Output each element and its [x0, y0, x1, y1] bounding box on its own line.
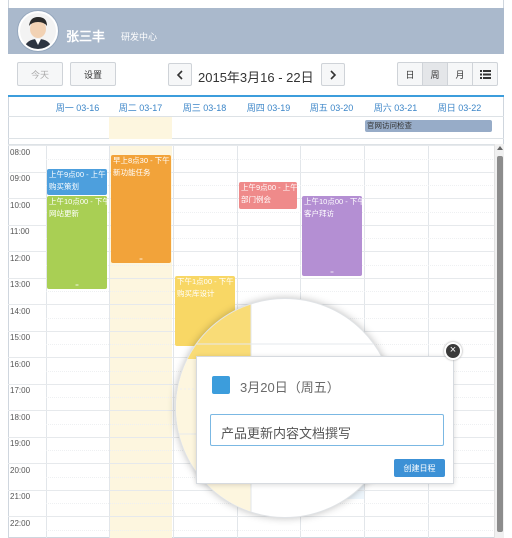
- app-header: 张三丰 研发中心: [8, 8, 504, 54]
- time-label: 16:00: [10, 360, 31, 369]
- event-block[interactable]: 上午10点00 - 下午 网站更新 =: [47, 196, 107, 289]
- event-color-picker[interactable]: [212, 376, 230, 394]
- scrollbar-thumb[interactable]: [497, 156, 503, 532]
- day-header-fri[interactable]: 周五 03-20: [300, 101, 363, 114]
- day-header-thu[interactable]: 周四 03-19: [237, 101, 300, 114]
- user-department: 研发中心: [121, 32, 158, 42]
- view-week-button[interactable]: 周: [422, 62, 448, 86]
- resize-handle[interactable]: =: [302, 270, 362, 276]
- time-label: 08:00: [10, 148, 31, 157]
- day-header-mon[interactable]: 周一 03-16: [46, 101, 109, 114]
- event-block[interactable]: 上午10点00 - 下午 客户拜访 =: [302, 196, 362, 276]
- resize-handle[interactable]: =: [111, 257, 171, 263]
- time-label: 13:00: [10, 280, 31, 289]
- event-title: 新功能任务: [113, 168, 151, 177]
- today-column-highlight: [109, 117, 172, 139]
- time-label: 20:00: [10, 466, 31, 475]
- time-label: 15:00: [10, 333, 31, 342]
- day-header-row: 周一 03-16 周二 03-17 周三 03-18 周四 03-19 周五 0…: [8, 95, 504, 117]
- time-label: 22:00: [10, 519, 31, 528]
- popover-date: 3月20日（周五）: [240, 380, 340, 395]
- settings-button[interactable]: 设置: [70, 62, 116, 86]
- event-block[interactable]: 上午9点00 - 上午 购买策划: [47, 169, 107, 195]
- all-day-row: 官网访问检查: [8, 117, 504, 139]
- event-title: 网站更新: [49, 209, 79, 218]
- create-event-button[interactable]: 创建日程: [394, 459, 445, 477]
- event-title-input[interactable]: 产品更新内容文档撰写: [210, 414, 444, 446]
- all-day-event[interactable]: 官网访问检查: [365, 120, 492, 132]
- day-header-sun[interactable]: 周日 03-22: [428, 101, 491, 114]
- chevron-right-icon: [330, 69, 337, 80]
- event-title: 部门例会: [241, 195, 271, 204]
- view-list-button[interactable]: [472, 62, 498, 86]
- chevron-left-icon: [176, 69, 183, 80]
- resize-handle[interactable]: =: [47, 283, 107, 289]
- day-header-sat[interactable]: 周六 03-21: [364, 101, 427, 114]
- time-label: 14:00: [10, 307, 31, 316]
- time-label: 17:00: [10, 386, 31, 395]
- view-month-button[interactable]: 月: [447, 62, 473, 86]
- scroll-up-arrow-icon[interactable]: [497, 146, 503, 150]
- list-icon: [479, 69, 491, 79]
- event-time: 下午1点00 - 下午: [177, 277, 234, 286]
- event-time: 上午9点00 - 上午: [49, 170, 106, 179]
- avatar[interactable]: [18, 11, 58, 51]
- toolbar: 今天 设置 2015年3月16 - 22日 日 周 月: [8, 54, 504, 96]
- event-time: 上午9点00 - 上午: [241, 183, 297, 192]
- close-icon[interactable]: ×: [444, 342, 462, 360]
- event-title: 购买策划: [49, 182, 79, 191]
- event-block[interactable]: 上午9点00 - 上午 部门例会: [239, 182, 297, 209]
- next-week-button[interactable]: [321, 63, 345, 86]
- event-time: 早上8点30 - 下午: [113, 156, 170, 165]
- time-label: 21:00: [10, 492, 31, 501]
- time-label: 18:00: [10, 413, 31, 422]
- date-range-title: 2015年3月16 - 22日: [198, 70, 314, 85]
- event-title: 购买库设计: [177, 289, 215, 298]
- event-block[interactable]: 早上8点30 - 下午 新功能任务 =: [111, 155, 171, 263]
- day-header-tue[interactable]: 周二 03-17: [109, 101, 172, 114]
- time-label: 19:00: [10, 439, 31, 448]
- time-label: 11:00: [10, 227, 30, 236]
- event-time: 上午10点00 - 下午: [49, 197, 107, 206]
- view-day-button[interactable]: 日: [397, 62, 423, 86]
- event-time: 上午10点00 - 下午: [304, 197, 362, 206]
- event-title: 客户拜访: [304, 209, 334, 218]
- previous-week-button[interactable]: [168, 63, 192, 86]
- time-label: 10:00: [10, 201, 31, 210]
- day-header-wed[interactable]: 周三 03-18: [173, 101, 236, 114]
- today-button[interactable]: 今天: [17, 62, 63, 86]
- vertical-scrollbar[interactable]: [494, 144, 504, 538]
- time-label: 12:00: [10, 254, 31, 263]
- user-name: 张三丰: [66, 29, 106, 44]
- time-label: 09:00: [10, 174, 31, 183]
